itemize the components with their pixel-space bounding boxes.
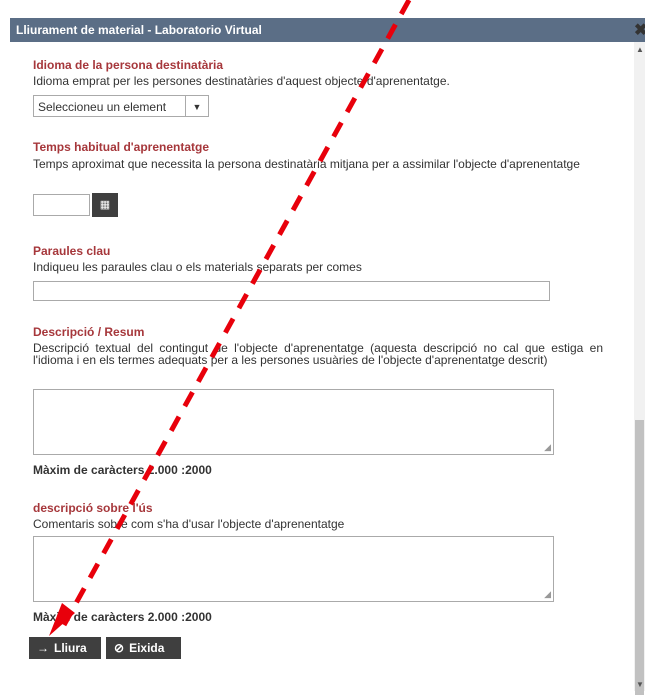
time-input[interactable] bbox=[33, 194, 90, 216]
usage-max-note: Màxim de caràcters 2.000 :2000 bbox=[33, 610, 212, 624]
usage-help: Comentaris sobre com s'ha d'usar l'objec… bbox=[33, 517, 345, 531]
description-max-note: Màxim de caràcters 2.000 :2000 bbox=[33, 463, 212, 477]
lliura-button-label: Lliura bbox=[54, 641, 87, 655]
scrollbar[interactable]: ▲ ▼ bbox=[634, 42, 645, 695]
description-textarea[interactable]: ◢ bbox=[33, 389, 554, 455]
dialog-title: Lliurament de material - Laboratorio Vir… bbox=[16, 23, 262, 37]
scroll-up-icon[interactable]: ▲ bbox=[636, 46, 644, 54]
time-label: Temps habitual d'aprenentatge bbox=[33, 140, 209, 154]
language-select[interactable]: Seleccioneu un element ▼ bbox=[33, 95, 209, 117]
language-label: Idioma de la persona destinatària bbox=[33, 58, 224, 72]
language-select-value: Seleccioneu un element bbox=[38, 100, 167, 114]
calendar-icon[interactable]: ▦ bbox=[92, 193, 118, 217]
keywords-help: Indiqueu les paraules clau o els materia… bbox=[33, 260, 362, 274]
close-icon[interactable]: ✖ bbox=[634, 20, 645, 40]
usage-textarea[interactable]: ◢ bbox=[33, 536, 554, 602]
description-help: Descripció textual del contingut de l'ob… bbox=[33, 341, 603, 367]
resize-grip-icon[interactable]: ◢ bbox=[544, 442, 551, 453]
dialog-content: Idioma de la persona destinatària Idioma… bbox=[10, 42, 634, 691]
keywords-input[interactable] bbox=[33, 281, 550, 301]
chevron-down-icon[interactable]: ▼ bbox=[185, 96, 208, 116]
language-help: Idioma emprat per les persones destinatà… bbox=[33, 74, 450, 88]
ban-icon: ⊘ bbox=[114, 641, 125, 655]
description-label: Descripció / Resum bbox=[33, 325, 145, 339]
lliura-button[interactable]: → Lliura bbox=[29, 637, 101, 659]
keywords-label: Paraules clau bbox=[33, 244, 111, 258]
resize-grip-icon[interactable]: ◢ bbox=[544, 589, 551, 600]
usage-label: descripció sobre l'ús bbox=[33, 501, 153, 515]
dialog-titlebar: Lliurament de material - Laboratorio Vir… bbox=[10, 18, 645, 42]
arrow-right-icon: → bbox=[37, 641, 49, 655]
scroll-down-icon[interactable]: ▼ bbox=[636, 681, 644, 689]
eixida-button[interactable]: ⊘ Eixida bbox=[106, 637, 181, 659]
eixida-button-label: Eixida bbox=[129, 641, 165, 655]
scrollbar-thumb[interactable] bbox=[635, 420, 644, 695]
time-help: Temps aproximat que necessita la persona… bbox=[33, 157, 580, 171]
